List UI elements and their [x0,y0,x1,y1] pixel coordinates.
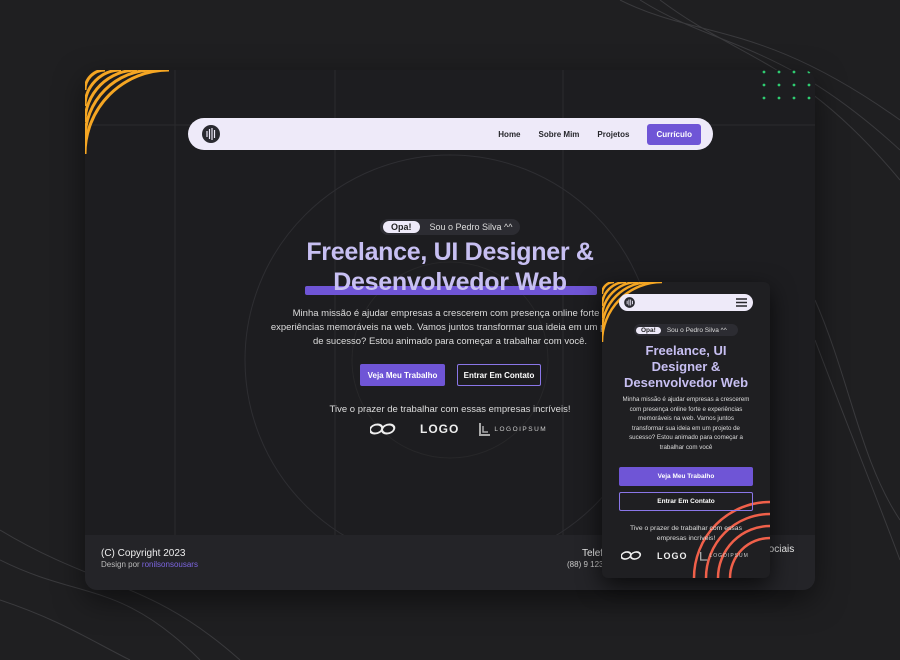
phone-label: Telef [582,548,604,559]
client-logo-logoipsum: LOGOIPSUM [479,422,547,436]
curriculo-button[interactable]: Currículo [647,123,701,145]
desktop-navbar: Home Sobre Mim Projetos Currículo [188,118,713,150]
mobile-client-logo-logo: LOGO [657,550,688,561]
mobile-infinity-logo-icon [621,551,642,560]
phone-number: (88) 9 123 [567,560,604,569]
client-logo-logo: LOGO [420,422,460,436]
client-logos: LOGO LOGOIPSUM [370,422,547,436]
nav-home[interactable]: Home [498,130,520,139]
copyright: (C) Copyright 2023 [101,548,186,559]
mobile-entrar-em-contato-button[interactable]: Entrar Em Contato [619,492,753,511]
hero-description: Minha missão é ajudar empresas a crescer… [270,308,630,347]
mobile-logoipsum-text: LOGOIPSUM [709,552,749,559]
mobile-title-line1: Freelance, UI [645,343,727,358]
mobile-hero-description: Minha missão é ajudar empresas a crescer… [622,396,750,451]
mobile-opa-tag: Opa! [636,326,661,334]
infinity-logo-icon [370,423,396,435]
hero-title-line1: Freelance, UI Designer & [306,238,594,266]
logoipsum-icon [479,423,491,436]
nav-projetos[interactable]: Projetos [597,130,629,139]
mobile-mockup: Opa! Sou o Pedro Silva ^^ Freelance, UI … [602,282,770,578]
mobile-title-line2: Designer & [651,359,721,374]
nav-sobre-mim[interactable]: Sobre Mim [539,130,580,139]
design-prefix: Design por [101,560,140,569]
mobile-veja-meu-trabalho-button[interactable]: Veja Meu Trabalho [619,467,753,486]
mobile-client-logos: LOGO LOGOIPSUM [621,550,749,561]
mobile-intro-badge: Opa! Sou o Pedro Silva ^^ [634,324,738,336]
mobile-clients-heading: Tive o prazer de trabalhar com essas emp… [630,525,742,542]
entrar-em-contato-button[interactable]: Entrar Em Contato [457,364,541,386]
design-credit: Design por ronilsonsousars [101,560,198,569]
mobile-logo-icon[interactable] [623,296,636,309]
mobile-intro-text: Sou o Pedro Silva ^^ [666,326,727,334]
mobile-client-logo-logoipsum: LOGOIPSUM [699,551,749,561]
mobile-title-line3: Desenvolvedor Web [623,375,749,390]
veja-meu-trabalho-button[interactable]: Veja Meu Trabalho [360,364,445,386]
opa-tag: Opa! [383,221,420,233]
logoipsum-text: LOGOIPSUM [494,425,548,433]
designer-link[interactable]: ronilsonsousars [142,560,198,569]
logo-icon[interactable] [200,123,222,145]
mobile-navbar [619,294,753,311]
mobile-logoipsum-icon [699,551,707,561]
intro-badge: Opa! Sou o Pedro Silva ^^ [380,219,520,235]
intro-text: Sou o Pedro Silva ^^ [429,222,513,232]
hamburger-icon[interactable] [736,298,747,307]
